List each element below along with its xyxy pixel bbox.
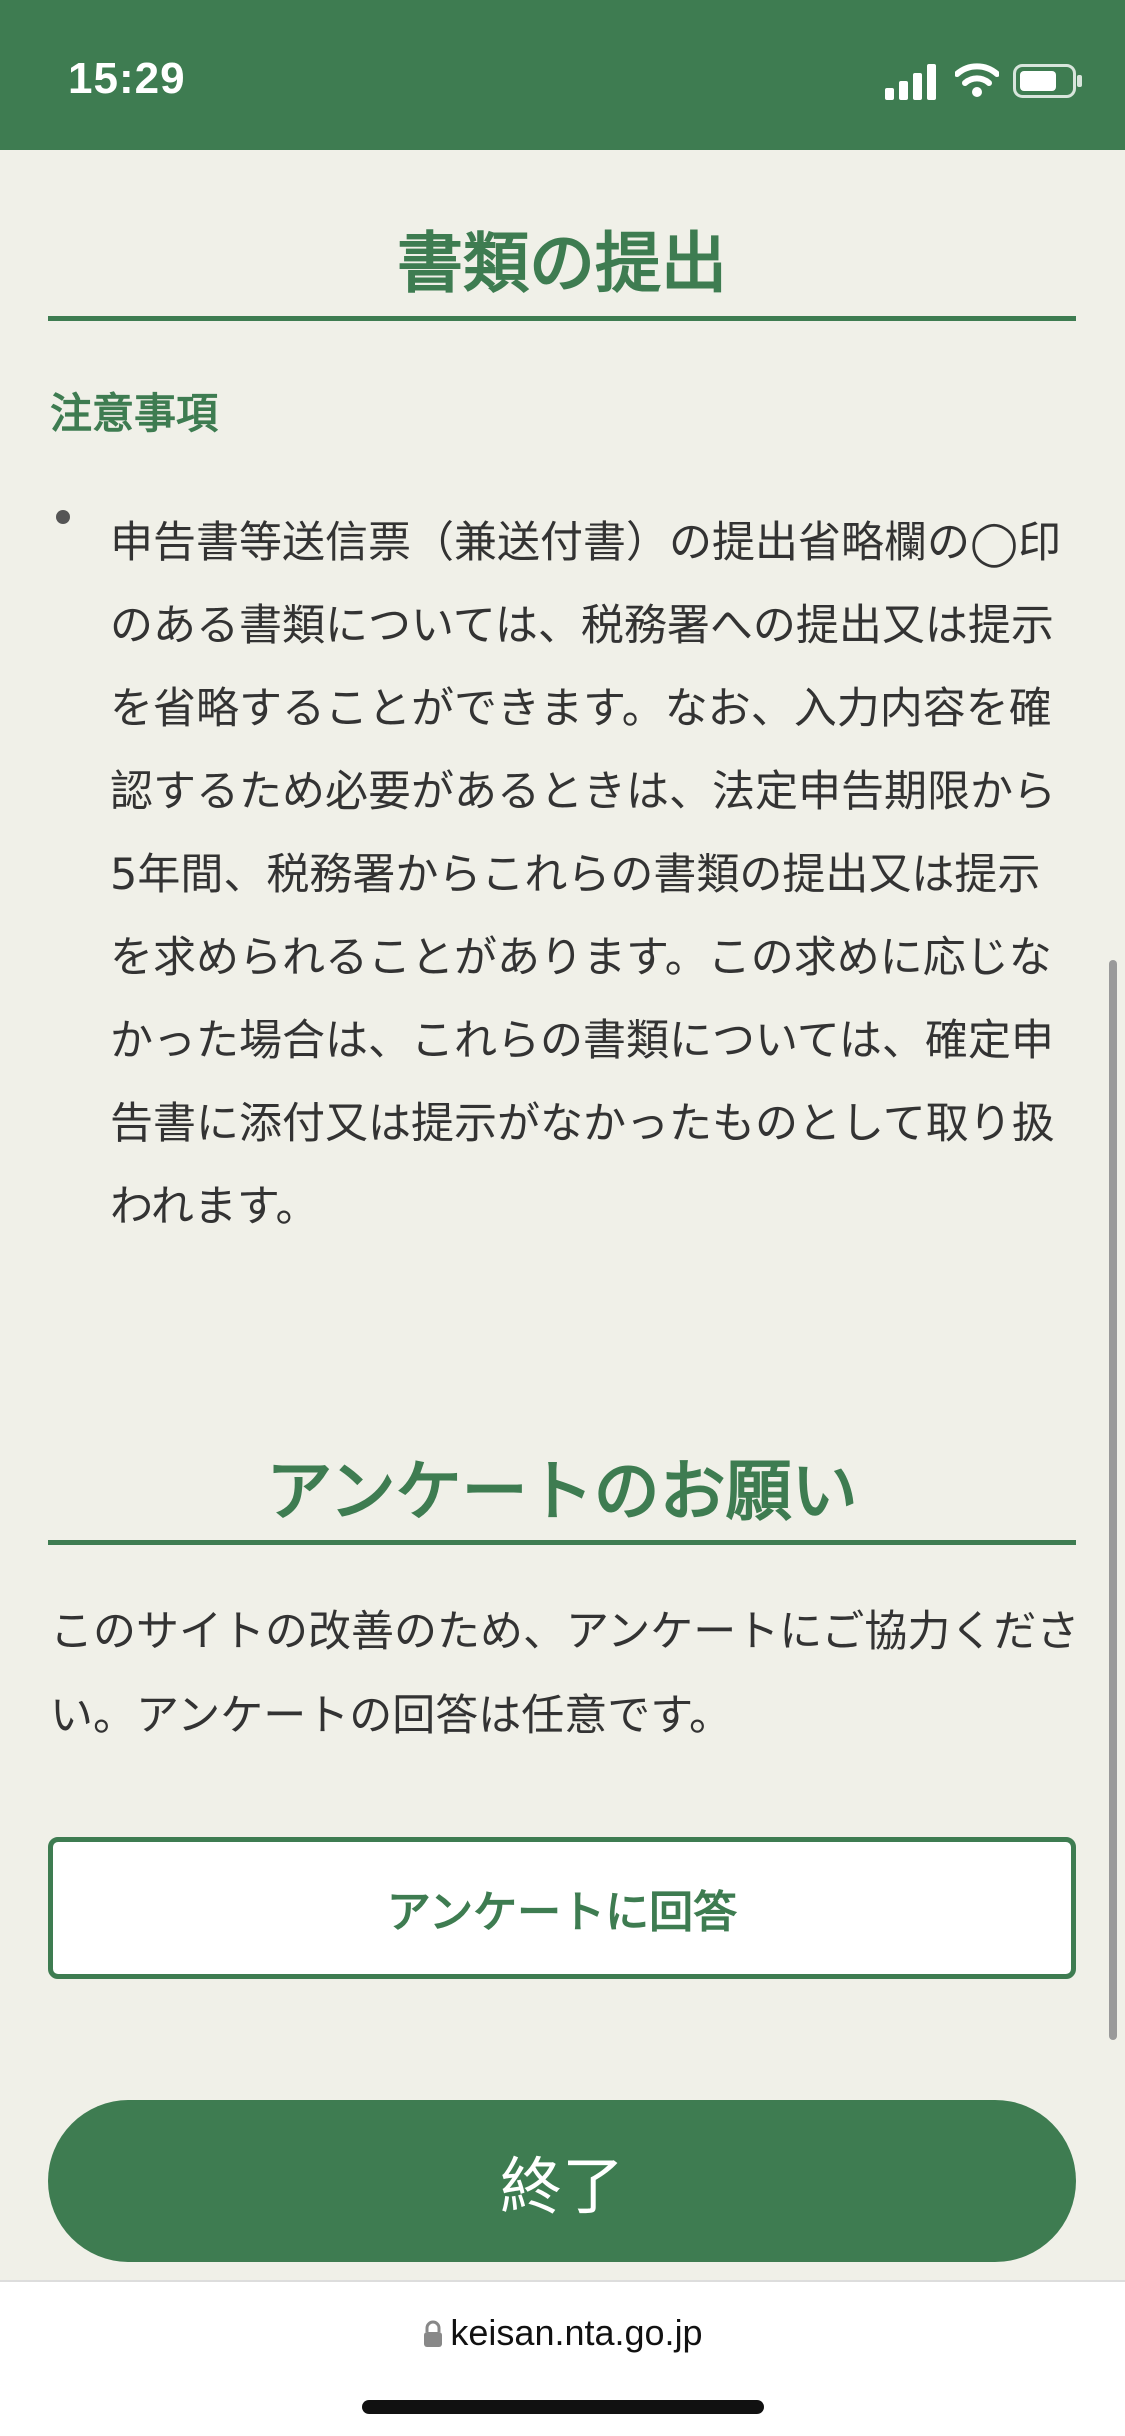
status-bar: 15:29 bbox=[0, 0, 1125, 150]
finish-button-label: 終了 bbox=[499, 2150, 624, 2223]
notice-heading: 注意事項 bbox=[50, 389, 219, 438]
page-content[interactable]: 書類の提出 注意事項 申告書等送信票（兼送付書）の提出省略欄の◯印のある書類につ… bbox=[0, 150, 1125, 2280]
address-bar[interactable]: keisan.nta.go.jp bbox=[0, 2280, 1125, 2436]
notice-text: 申告書等送信票（兼送付書）の提出省略欄の◯印のある書類については、税務署への提出… bbox=[110, 518, 1062, 1232]
battery-icon bbox=[1013, 64, 1082, 98]
submission-title-divider bbox=[48, 316, 1076, 321]
signal-icon bbox=[885, 64, 936, 100]
survey-description: このサイトの改善のため、アンケートにご協力ください。アンケートの回答は任意です。 bbox=[50, 1607, 1080, 1741]
submission-title: 書類の提出 bbox=[397, 225, 727, 302]
survey-title: アンケートのお願い bbox=[266, 1453, 858, 1530]
survey-answer-button[interactable]: アンケートに回答 bbox=[48, 1837, 1076, 1979]
bullet-dot-icon bbox=[56, 510, 70, 524]
survey-title-divider bbox=[48, 1540, 1076, 1545]
home-indicator[interactable] bbox=[362, 2400, 764, 2414]
url-text: keisan.nta.go.jp bbox=[450, 2312, 703, 2353]
wifi-icon bbox=[955, 63, 999, 97]
lock-icon bbox=[424, 2320, 443, 2347]
finish-button[interactable]: 終了 bbox=[48, 2100, 1076, 2262]
url-display[interactable]: keisan.nta.go.jp bbox=[0, 2312, 1125, 2354]
status-time: 15:29 bbox=[68, 54, 186, 103]
survey-answer-button-label: アンケートに回答 bbox=[386, 1887, 738, 1938]
scrollbar[interactable] bbox=[1109, 960, 1117, 2040]
